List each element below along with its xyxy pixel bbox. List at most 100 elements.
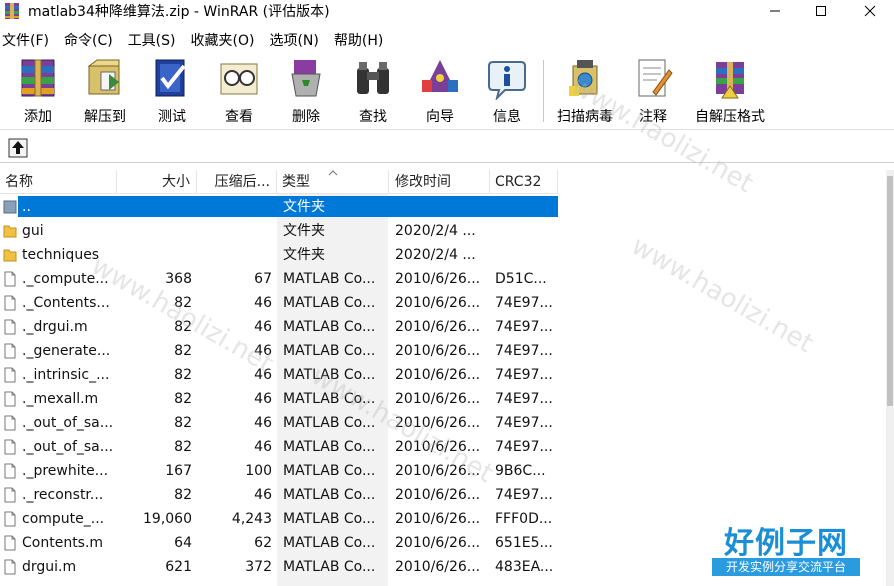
column-type[interactable]: 类型 — [277, 170, 389, 194]
wizard-icon — [422, 60, 458, 92]
file-icon — [4, 511, 16, 527]
test-icon — [155, 59, 186, 97]
file-type: MATLAB Co... — [283, 367, 376, 383]
sfx-icon — [716, 62, 744, 99]
table-row[interactable]: ._Contents... 82 46 MATLAB Co... 2010/6/26..… — [0, 291, 886, 315]
table-row[interactable]: ._intrinsic_... 82 46 MATLAB Co... 2010/6/26… — [0, 363, 886, 387]
add-label: 添加 — [24, 109, 52, 125]
file-icon — [4, 271, 16, 287]
table-row[interactable]: ._mexall.m 82 46 MATLAB Co... 2010/6/26... 74… — [0, 387, 886, 411]
table-row[interactable]: ._out_of_sa... 82 46 MATLAB Co... 2010/6/26.… — [0, 411, 886, 435]
file-type: MATLAB Co... — [283, 511, 376, 527]
file-name: ._generate... — [22, 343, 111, 359]
menu-options[interactable]: 选项(N) — [268, 30, 319, 52]
column-modified[interactable]: 修改时间 — [389, 170, 490, 194]
file-modified: 2020/2/4 ... — [395, 247, 476, 263]
file-modified: 2010/6/26... — [395, 343, 481, 359]
info-label: 信息 — [493, 109, 521, 125]
folder-icon — [3, 249, 17, 262]
close-button[interactable] — [846, 0, 894, 22]
comment-button[interactable]: 注释 — [620, 56, 686, 128]
test-button[interactable]: 测试 — [139, 56, 205, 128]
extract-to-button[interactable]: 解压到 — [72, 56, 138, 128]
file-size: 82 — [174, 415, 192, 431]
file-type: MATLAB Co... — [283, 439, 376, 455]
menu-tools[interactable]: 工具(S) — [127, 30, 177, 52]
view-button[interactable]: 查看 — [206, 56, 272, 128]
file-crc: 74E97... — [495, 343, 553, 359]
table-row[interactable]: ._prewhite... 167 100 MATLAB Co... 2010/6/26… — [0, 459, 886, 483]
file-type: 文件夹 — [283, 223, 325, 239]
file-modified: 2010/6/26... — [395, 367, 481, 383]
title-bar[interactable]: matlab34种降维算法.zip - WinRAR (评估版本) — [0, 0, 894, 22]
folder-icon — [3, 225, 17, 238]
sfx-label: 自解压格式 — [695, 109, 765, 125]
table-row[interactable]: ._compute... 368 67 MATLAB Co... 2010/6/26..… — [0, 267, 886, 291]
file-modified: 2020/2/4 ... — [395, 223, 476, 239]
wizard-label: 向导 — [426, 109, 454, 125]
file-name: ._intrinsic_... — [22, 367, 110, 383]
file-name: compute_... — [22, 511, 105, 527]
file-name: techniques — [22, 247, 100, 263]
file-packed-size: 46 — [254, 367, 272, 383]
minimize-icon — [770, 10, 780, 12]
file-packed-size: 67 — [254, 271, 272, 287]
file-name: ._drgui.m — [22, 319, 88, 335]
file-name: gui — [22, 223, 44, 239]
file-crc: D51C... — [495, 271, 547, 287]
file-icon — [4, 391, 16, 407]
menu-file[interactable]: 文件(F) — [1, 30, 50, 52]
delete-button[interactable]: 删除 — [273, 56, 339, 128]
extract-to-icon — [87, 59, 120, 95]
file-icon — [4, 487, 16, 503]
add-button[interactable]: 添加 — [5, 56, 71, 128]
file-name: ._prewhite... — [22, 463, 109, 479]
file-icon — [4, 439, 16, 455]
up-folder-icon[interactable] — [8, 138, 28, 158]
file-type: MATLAB Co... — [283, 415, 376, 431]
file-crc: 74E97... — [495, 295, 553, 311]
find-button[interactable]: 查找 — [340, 56, 406, 128]
file-packed-size: 46 — [254, 319, 272, 335]
table-row[interactable]: gui 文件夹 2020/2/4 ... — [0, 219, 886, 243]
file-type: MATLAB Co... — [283, 463, 376, 479]
column-name[interactable]: 名称 — [0, 170, 117, 194]
table-row[interactable]: ._out_of_sa... 82 46 MATLAB Co... 2010/6/26.… — [0, 435, 886, 459]
column-crc[interactable]: CRC32 — [490, 170, 558, 194]
delete-label: 删除 — [292, 109, 320, 125]
maximize-button[interactable] — [798, 0, 844, 22]
sfx-button[interactable]: 自解压格式 — [688, 56, 772, 128]
file-modified: 2010/6/26... — [395, 487, 481, 503]
virus-scan-button[interactable]: 扫描病毒 — [552, 56, 618, 128]
file-type: 文件夹 — [283, 199, 325, 215]
list-header: 名称 大小 压缩后... 类型 修改时间 CRC32 — [0, 170, 558, 194]
column-packed[interactable]: 压缩后... — [197, 170, 277, 194]
file-size: 82 — [174, 391, 192, 407]
file-icon — [4, 535, 16, 551]
address-bar — [0, 133, 894, 163]
info-button[interactable]: 信息 — [474, 56, 540, 128]
brand-watermark: 好例子网 开发实例分享交流平台 — [712, 518, 860, 582]
menu-favorites[interactable]: 收藏夹(O) — [190, 30, 256, 52]
vertical-scrollbar[interactable] — [886, 170, 894, 586]
file-name: .. — [22, 199, 31, 215]
wizard-button[interactable]: 向导 — [407, 56, 473, 128]
table-row[interactable]: ._drgui.m 82 46 MATLAB Co... 2010/6/26... 74E… — [0, 315, 886, 339]
file-crc — [490, 195, 558, 219]
table-row[interactable]: ._reconstr... 82 46 MATLAB Co... 2010/6/26..… — [0, 483, 886, 507]
column-size[interactable]: 大小 — [117, 170, 197, 194]
file-crc: 74E97... — [495, 415, 553, 431]
file-size — [117, 219, 192, 243]
minimize-button[interactable] — [752, 0, 798, 22]
sort-ascending-icon — [328, 170, 338, 176]
scrollbar-thumb[interactable] — [887, 176, 893, 406]
file-icon — [4, 463, 16, 479]
menu-commands[interactable]: 命令(C) — [63, 30, 114, 52]
table-row[interactable]: .. 文件夹 — [0, 195, 886, 219]
menu-help[interactable]: 帮助(H) — [333, 30, 384, 52]
file-type: MATLAB Co... — [283, 559, 376, 575]
table-row[interactable]: techniques 文件夹 2020/2/4 ... — [0, 243, 886, 267]
file-name: ._out_of_sa... — [22, 415, 114, 431]
file-crc: 9B6C... — [495, 463, 546, 479]
table-row[interactable]: ._generate... 82 46 MATLAB Co... 2010/6/26..… — [0, 339, 886, 363]
